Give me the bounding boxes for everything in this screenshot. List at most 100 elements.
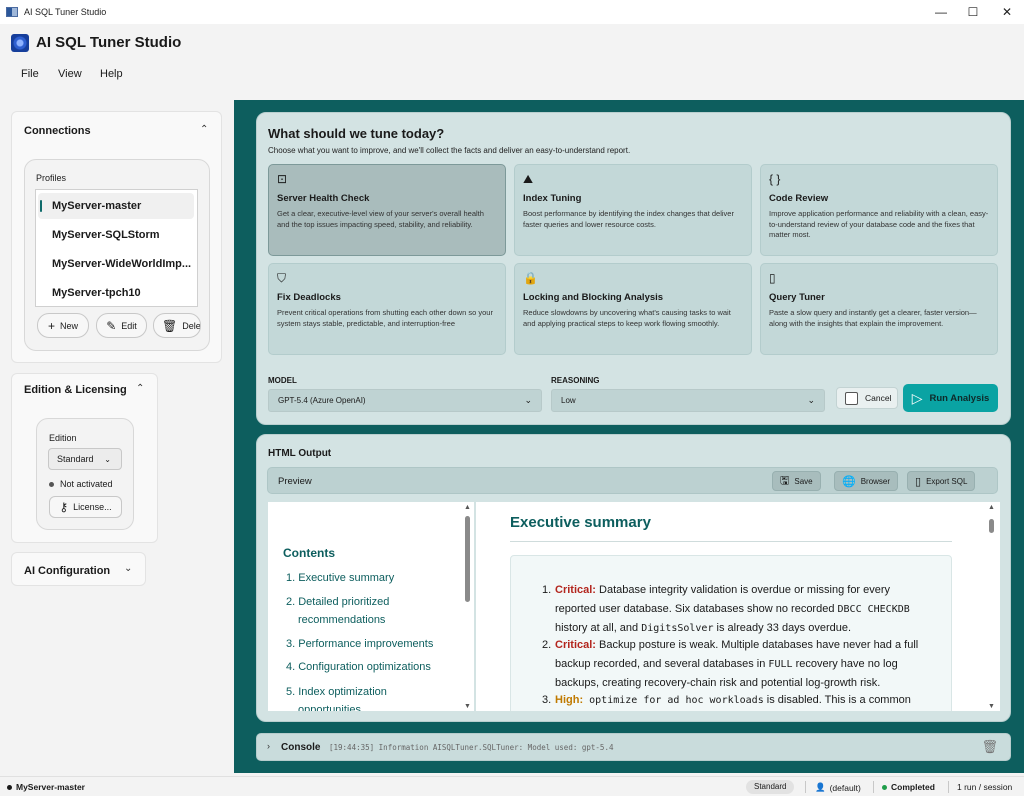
code-text: FULL bbox=[768, 658, 793, 670]
edition-label: Edition bbox=[49, 433, 77, 443]
save-button[interactable]: 🖫 Save bbox=[772, 471, 821, 491]
edition-title: Edition & Licensing bbox=[24, 384, 127, 396]
tile-title: Code Review bbox=[769, 193, 829, 204]
model-value: GPT-5.4 (Azure OpenAI) bbox=[278, 396, 366, 405]
minimize-button[interactable]: — bbox=[924, 0, 958, 24]
activation-status-text: Not activated bbox=[60, 479, 113, 489]
scroll-down-icon[interactable]: ▼ bbox=[464, 703, 471, 710]
key-icon: ⚷ bbox=[59, 500, 69, 514]
close-button[interactable]: ✕ bbox=[990, 0, 1024, 24]
run-analysis-button[interactable]: ▷ Run Analysis bbox=[903, 384, 998, 412]
tile-title: Fix Deadlocks bbox=[277, 292, 341, 303]
status-runs-text: 1 run / session bbox=[957, 782, 1013, 792]
scroll-up-icon[interactable]: ▲ bbox=[464, 504, 471, 511]
chevron-down-icon[interactable]: ⌄ bbox=[124, 563, 132, 574]
chevron-down-icon: ⌄ bbox=[807, 395, 815, 405]
reasoning-label: REASONING bbox=[551, 376, 600, 385]
toc-link[interactable]: 4. Configuration optimizations bbox=[286, 658, 431, 676]
profile-item[interactable]: MyServer-master bbox=[38, 193, 194, 219]
profiles-list[interactable]: MyServer-master MyServer-SQLStorm MyServ… bbox=[35, 189, 198, 307]
window-title: AI SQL Tuner Studio bbox=[24, 7, 107, 17]
profile-item[interactable]: MyServer-tpch10 bbox=[38, 280, 194, 306]
tile-locking-blocking[interactable]: 🔒 Locking and Blocking Analysis Reduce s… bbox=[514, 263, 752, 355]
chevron-up-icon[interactable]: ⌃ bbox=[200, 124, 208, 135]
summary-item: Critical: Database integrity validation … bbox=[555, 581, 925, 639]
status-state: Completed bbox=[882, 782, 935, 792]
menu-view[interactable]: View bbox=[58, 68, 82, 80]
save-label: Save bbox=[794, 476, 813, 486]
scrollbar-thumb[interactable] bbox=[989, 519, 994, 533]
divider bbox=[948, 781, 949, 793]
tile-title: Server Health Check bbox=[277, 193, 370, 204]
console-label[interactable]: Console bbox=[281, 742, 320, 753]
divider bbox=[805, 781, 806, 793]
edit-profile-button[interactable]: ✎ Edit bbox=[96, 313, 147, 338]
code-text: DigitsSolver bbox=[641, 623, 714, 634]
summary-text: backups, creating recovery-chain risk an… bbox=[555, 677, 881, 689]
toc-link[interactable]: opportunities bbox=[298, 701, 361, 711]
profile-item[interactable]: MyServer-SQLStorm bbox=[38, 222, 194, 248]
summary-text: Backup posture is weak. Multiple databas… bbox=[595, 639, 919, 651]
content-scrollbar[interactable]: ▲ ▼ bbox=[988, 504, 996, 710]
scrollbar-thumb[interactable] bbox=[465, 516, 470, 602]
summary-text: is disabled. This is a common bbox=[763, 694, 911, 706]
status-server-name: MyServer-master bbox=[16, 782, 85, 792]
tile-title: Locking and Blocking Analysis bbox=[523, 292, 664, 303]
menu-file[interactable]: File bbox=[21, 68, 39, 80]
toc-link[interactable]: 2. Detailed prioritized bbox=[286, 593, 389, 611]
tile-title: Index Tuning bbox=[523, 193, 582, 204]
app-title: AI SQL Tuner Studio bbox=[36, 34, 182, 51]
tile-description: Improve application performance and reli… bbox=[769, 209, 989, 239]
browser-button[interactable]: 🌐 Browser bbox=[834, 471, 899, 491]
cancel-label: Cancel bbox=[865, 393, 892, 403]
edit-button-label: Edit bbox=[121, 320, 137, 331]
menu-help[interactable]: Help bbox=[100, 68, 123, 80]
tile-fix-deadlocks[interactable]: ⛉ Fix Deadlocks Prevent critical operati… bbox=[268, 263, 506, 355]
cancel-checkbox[interactable]: Cancel bbox=[836, 387, 898, 409]
plus-icon: + bbox=[47, 318, 55, 333]
tune-heading: What should we tune today? bbox=[268, 126, 445, 141]
export-sql-button[interactable]: ▯ Export SQL bbox=[907, 471, 976, 491]
toc-scrollbar[interactable]: ▲ ▼ bbox=[464, 504, 472, 710]
tile-description: Paste a slow query and instantly get a c… bbox=[769, 308, 977, 328]
profile-item[interactable]: MyServer-WideWorldImp... bbox=[38, 251, 194, 277]
tile-description: Prevent critical operations from shuttin… bbox=[277, 308, 493, 328]
maximize-button[interactable]: ☐ bbox=[956, 0, 990, 24]
trash-icon[interactable]: 🗑 bbox=[981, 739, 998, 755]
activity-icon: ⊡ bbox=[277, 172, 288, 186]
pencil-icon: ✎ bbox=[106, 318, 117, 333]
scroll-up-icon[interactable]: ▲ bbox=[988, 504, 995, 511]
tile-query-tuner[interactable]: ▯ Query Tuner Paste a slow query and ins… bbox=[760, 263, 998, 355]
toc-link[interactable]: 1. Executive summary bbox=[286, 569, 394, 587]
user-icon: 👤 bbox=[815, 782, 826, 792]
edition-dropdown[interactable]: Standard ⌄ bbox=[48, 448, 122, 470]
toc-link[interactable]: 5. Index optimization bbox=[286, 683, 387, 701]
chevron-right-icon[interactable]: › bbox=[267, 741, 270, 751]
shield-icon: ⛉ bbox=[277, 271, 287, 285]
tile-index-tuning[interactable]: ⛰ Index Tuning Boost performance by iden… bbox=[514, 164, 752, 256]
status-server: MyServer-master bbox=[7, 782, 85, 792]
toc-link[interactable]: 3. Performance improvements bbox=[286, 635, 433, 653]
status-user-text: (default) bbox=[829, 782, 861, 793]
scroll-down-icon[interactable]: ▼ bbox=[988, 703, 995, 710]
chevron-down-icon: ⌄ bbox=[104, 454, 111, 464]
toc-link[interactable]: recommendations bbox=[298, 611, 385, 629]
status-runs: 1 run / session bbox=[957, 782, 1012, 792]
tile-code-review[interactable]: { } Code Review Improve application perf… bbox=[760, 164, 998, 256]
ai-config-title[interactable]: AI Configuration bbox=[24, 565, 110, 577]
document-icon: ▯ bbox=[915, 475, 922, 488]
delete-profile-button[interactable]: 🗑 Dele bbox=[153, 313, 201, 338]
status-user: 👤 (default) bbox=[815, 782, 861, 793]
license-button[interactable]: ⚷ License... bbox=[49, 496, 122, 518]
summary-item: High: optimize for ad hoc workloads is d… bbox=[555, 691, 925, 711]
chevron-up-icon[interactable]: ⌃ bbox=[136, 383, 144, 394]
divider bbox=[510, 541, 952, 542]
console-bar[interactable]: › Console [19:44:35] Information AISQLTu… bbox=[256, 733, 1011, 761]
summary-text: reported user database. Six databases sh… bbox=[555, 602, 838, 615]
model-dropdown[interactable]: GPT-5.4 (Azure OpenAI) ⌄ bbox=[268, 389, 542, 412]
export-sql-label: Export SQL bbox=[926, 476, 968, 486]
new-profile-button[interactable]: + New bbox=[37, 313, 89, 338]
edition-badge: Standard bbox=[746, 780, 795, 794]
reasoning-dropdown[interactable]: Low ⌄ bbox=[551, 389, 825, 412]
tile-server-health-check[interactable]: ⊡ Server Health Check Get a clear, execu… bbox=[268, 164, 506, 256]
